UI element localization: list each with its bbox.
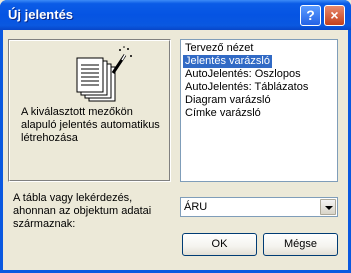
title-bar[interactable]: Új jelentés ? ×	[0, 0, 351, 30]
preview-panel: A kiválasztott mezőkön alapuló jelentés …	[8, 39, 171, 182]
cancel-button[interactable]: Mégse	[263, 233, 338, 256]
dialog-title: Új jelentés	[8, 7, 74, 22]
close-button[interactable]: ×	[324, 5, 345, 26]
dialog-client-area: A kiválasztott mezőkön alapuló jelentés …	[3, 30, 348, 270]
source-table-label: A tábla vagy lekérdezés, ahonnan az obje…	[13, 192, 152, 230]
preview-description: A kiválasztott mezőkön alapuló jelentés …	[21, 106, 160, 144]
ok-button[interactable]: OK	[182, 233, 257, 256]
list-item-chart-wizard[interactable]: Diagram varázsló	[183, 94, 273, 107]
dialog-window: Új jelentés ? × A kiválasztott mezőkön a…	[0, 0, 351, 273]
list-item-report-wizard[interactable]: Jelentés varázsló	[183, 55, 272, 68]
report-type-list[interactable]: Tervező nézet Jelentés varázsló AutoJele…	[180, 39, 338, 182]
list-item-autoreport-columnar[interactable]: AutoJelentés: Oszlopos	[183, 68, 303, 81]
help-button[interactable]: ?	[300, 5, 321, 26]
list-item-design-view[interactable]: Tervező nézet	[183, 42, 255, 55]
list-item-label-wizard[interactable]: Címke varázsló	[183, 107, 263, 120]
list-item-autoreport-tabular[interactable]: AutoJelentés: Táblázatos	[183, 81, 310, 94]
source-table-value: ÁRU	[184, 201, 208, 213]
chevron-down-icon[interactable]	[320, 199, 336, 215]
source-table-select[interactable]: ÁRU	[180, 197, 338, 217]
report-wizard-icon	[76, 46, 132, 102]
